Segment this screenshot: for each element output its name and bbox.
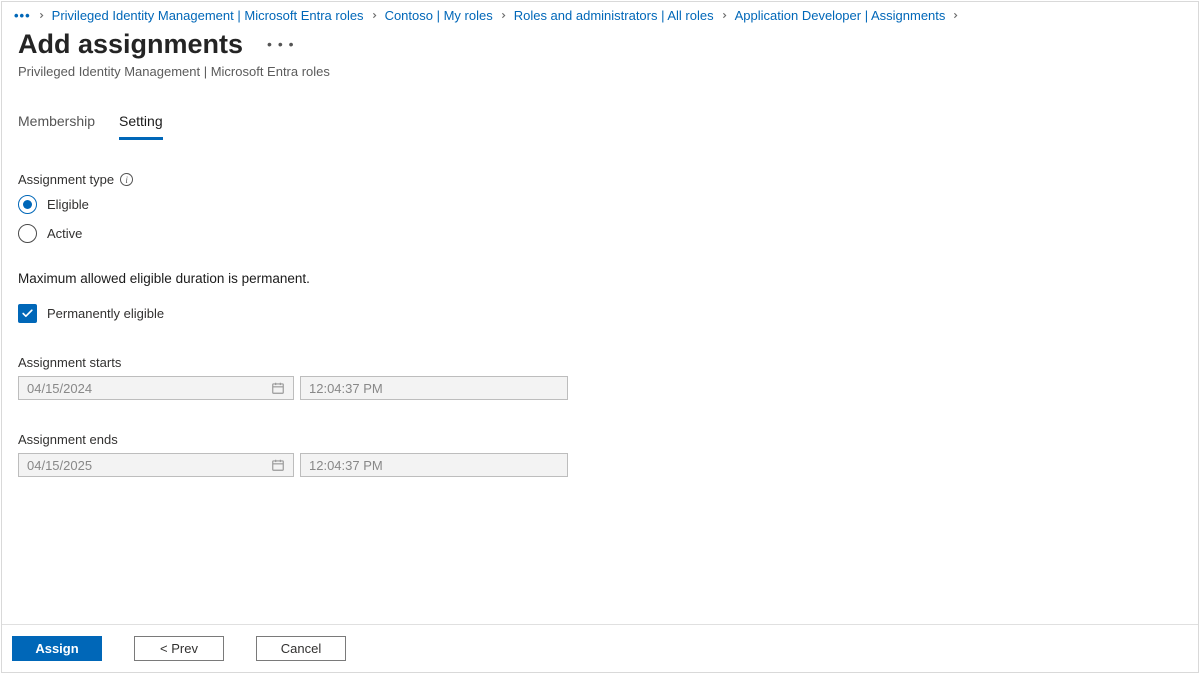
calendar-icon [271, 458, 285, 472]
calendar-icon [271, 381, 285, 395]
time-value: 12:04:37 PM [309, 381, 383, 396]
tab-bar: Membership Setting [2, 113, 1198, 140]
radio-label: Active [47, 226, 82, 241]
prev-button[interactable]: < Prev [134, 636, 224, 661]
duration-note: Maximum allowed eligible duration is per… [18, 271, 1182, 286]
breadcrumb-more-icon[interactable]: ••• [14, 14, 31, 17]
start-time-input[interactable]: 12:04:37 PM [300, 376, 568, 400]
chevron-right-icon [370, 8, 379, 23]
cancel-button[interactable]: Cancel [256, 636, 346, 661]
assignment-ends-row: 04/15/2025 12:04:37 PM [18, 453, 1182, 477]
info-icon[interactable]: i [120, 173, 133, 186]
assignment-starts-row: 04/15/2024 12:04:37 PM [18, 376, 1182, 400]
radio-icon [18, 195, 37, 214]
breadcrumb-link[interactable]: Application Developer | Assignments [735, 8, 946, 23]
tab-setting[interactable]: Setting [119, 113, 163, 140]
breadcrumb-link[interactable]: Roles and administrators | All roles [514, 8, 714, 23]
chevron-right-icon [499, 8, 508, 23]
more-actions-button[interactable]: • • • [267, 42, 294, 47]
assignment-type-label: Assignment type i [18, 172, 1182, 187]
radio-label: Eligible [47, 197, 89, 212]
checkbox-label: Permanently eligible [47, 306, 164, 321]
breadcrumb-link[interactable]: Privileged Identity Management | Microso… [52, 8, 364, 23]
page-title: Add assignments [18, 29, 243, 60]
chevron-right-icon [951, 8, 960, 23]
permanently-eligible-checkbox[interactable]: Permanently eligible [18, 304, 1182, 323]
start-date-input[interactable]: 04/15/2024 [18, 376, 294, 400]
end-date-input[interactable]: 04/15/2025 [18, 453, 294, 477]
label-text: Assignment type [18, 172, 114, 187]
assign-button[interactable]: Assign [12, 636, 102, 661]
chevron-right-icon [720, 8, 729, 23]
radio-eligible[interactable]: Eligible [18, 195, 1182, 214]
time-value: 12:04:37 PM [309, 458, 383, 473]
breadcrumb: ••• Privileged Identity Management | Mic… [2, 2, 1198, 25]
radio-icon [18, 224, 37, 243]
page-subtitle: Privileged Identity Management | Microso… [18, 64, 1182, 79]
date-value: 04/15/2024 [27, 381, 92, 396]
radio-active[interactable]: Active [18, 224, 1182, 243]
end-time-input[interactable]: 12:04:37 PM [300, 453, 568, 477]
assignment-starts-label: Assignment starts [18, 355, 1182, 370]
footer-bar: Assign < Prev Cancel [2, 624, 1198, 672]
assignment-ends-label: Assignment ends [18, 432, 1182, 447]
date-value: 04/15/2025 [27, 458, 92, 473]
assignment-type-radio-group: Eligible Active [18, 195, 1182, 243]
checkbox-icon [18, 304, 37, 323]
chevron-right-icon [37, 8, 46, 23]
form-content: Assignment type i Eligible Active Maximu… [2, 140, 1198, 624]
breadcrumb-link[interactable]: Contoso | My roles [385, 8, 493, 23]
tab-membership[interactable]: Membership [18, 113, 95, 140]
page-header: Add assignments • • • Privileged Identit… [2, 25, 1198, 79]
